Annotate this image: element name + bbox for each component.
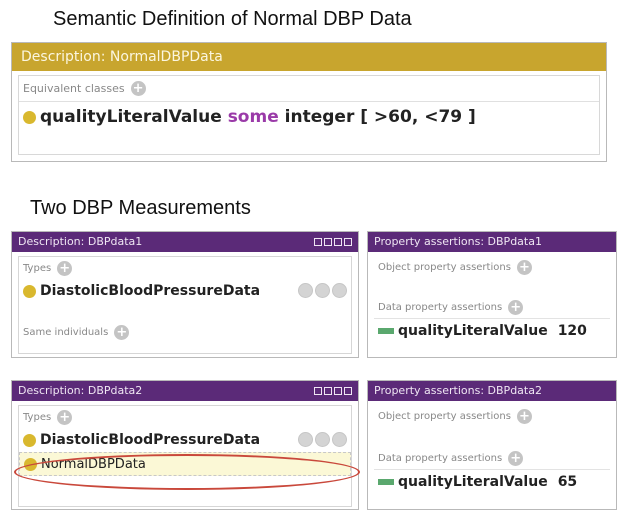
semantic-caption: Semantic Definition of Normal DBP Data (53, 8, 412, 30)
dbpdata2-description-panel: Description: DBPdata2 Types + DiastolicBl… (11, 380, 359, 510)
panel-header: Property assertions: DBPdata2 (368, 381, 616, 401)
data-property-label: Data property assertions (378, 452, 503, 464)
row-controls (298, 432, 347, 447)
add-type-icon[interactable]: + (57, 260, 73, 276)
class-dot-icon (23, 110, 36, 124)
types-row: Types + (19, 257, 351, 279)
add-object-property-icon[interactable]: + (516, 259, 532, 275)
types-label: Types (23, 411, 52, 423)
expr-property: qualityLiteralValue (40, 107, 222, 127)
panel-title: Property assertions: DBPdata2 (374, 384, 542, 397)
inferred-type-row[interactable]: NormalDBPData (19, 452, 351, 476)
add-data-property-icon[interactable]: + (508, 450, 524, 466)
data-property-label: Data property assertions (378, 301, 503, 313)
window-controls-icon[interactable] (314, 387, 352, 395)
window-controls-icon[interactable] (314, 238, 352, 246)
dbpdata1-property-panel: Property assertions: DBPdata1 Object pro… (367, 231, 617, 358)
data-property-row: Data property assertions + (374, 447, 610, 469)
assertions-section: Object property assertions + Data propert… (374, 256, 610, 354)
types-label: Types (23, 262, 52, 274)
panel-header: Property assertions: DBPdata1 (368, 232, 616, 252)
class-expression[interactable]: qualityLiteralValue some integer [ >60, … (19, 102, 599, 132)
types-section: Types + DiastolicBloodPressureData Normal… (18, 405, 352, 507)
panel-title: Description: DBPdata2 (18, 384, 143, 397)
data-property-row: Data property assertions + (374, 296, 610, 318)
panel-title: Description: DBPdata1 (18, 235, 143, 248)
same-individuals-label: Same individuals (23, 326, 109, 338)
same-individuals-row: Same individuals + (19, 321, 351, 343)
types-row: Types + (19, 406, 351, 428)
equivalent-classes-label: Equivalent classes (23, 82, 125, 95)
data-property-icon (378, 478, 394, 485)
remove-icon[interactable] (315, 283, 330, 298)
normal-dbp-description-panel: Description: NormalDBPData Equivalent cl… (11, 42, 607, 162)
property-name: qualityLiteralValue (398, 473, 548, 490)
expr-keyword: some (227, 107, 279, 127)
data-property-icon (378, 327, 394, 334)
panel-header: Description: NormalDBPData (12, 43, 606, 71)
add-equivalent-class-icon[interactable]: + (130, 81, 146, 96)
dbpdata1-description-panel: Description: DBPdata1 Types + DiastolicBl… (11, 231, 359, 358)
info-icon[interactable] (298, 283, 313, 298)
dbpdata2-property-panel: Property assertions: DBPdata2 Object pro… (367, 380, 617, 510)
data-property-assertion[interactable]: qualityLiteralValue 65 (374, 469, 610, 493)
panel-header: Description: DBPdata2 (12, 381, 358, 401)
edit-icon[interactable] (332, 283, 347, 298)
add-object-property-icon[interactable]: + (516, 408, 532, 424)
panel-title: Property assertions: DBPdata1 (374, 235, 542, 248)
expr-type: integer [ >60, <79 ] (284, 107, 476, 127)
type-value: DiastolicBloodPressureData (40, 283, 261, 299)
measurements-caption: Two DBP Measurements (30, 197, 251, 219)
equivalent-classes-row: Equivalent classes + (19, 76, 599, 102)
class-dot-icon (23, 284, 36, 298)
property-value: 120 (557, 322, 587, 339)
edit-icon[interactable] (332, 432, 347, 447)
object-property-row: Object property assertions + (374, 405, 610, 427)
row-controls (298, 283, 347, 298)
property-value: 65 (557, 473, 578, 490)
info-icon[interactable] (298, 432, 313, 447)
type-row[interactable]: DiastolicBloodPressureData (19, 428, 351, 452)
type-value: DiastolicBloodPressureData (40, 432, 261, 448)
assertions-section: Object property assertions + Data propert… (374, 405, 610, 507)
add-same-individual-icon[interactable]: + (114, 324, 130, 340)
equivalent-classes-section: Equivalent classes + qualityLiteralValue… (18, 75, 600, 155)
property-name: qualityLiteralValue (398, 322, 548, 339)
add-data-property-icon[interactable]: + (508, 299, 524, 315)
types-section: Types + DiastolicBloodPressureData Same i… (18, 256, 352, 354)
inferred-type-value: NormalDBPData (41, 456, 146, 472)
remove-icon[interactable] (315, 432, 330, 447)
object-property-label: Object property assertions (378, 410, 511, 422)
panel-header: Description: DBPdata1 (12, 232, 358, 252)
type-row[interactable]: DiastolicBloodPressureData (19, 279, 351, 303)
object-property-label: Object property assertions (378, 261, 511, 273)
object-property-row: Object property assertions + (374, 256, 610, 278)
data-property-assertion[interactable]: qualityLiteralValue 120 (374, 318, 610, 342)
class-dot-icon (23, 433, 36, 447)
add-type-icon[interactable]: + (57, 409, 73, 425)
class-dot-icon (24, 457, 37, 471)
